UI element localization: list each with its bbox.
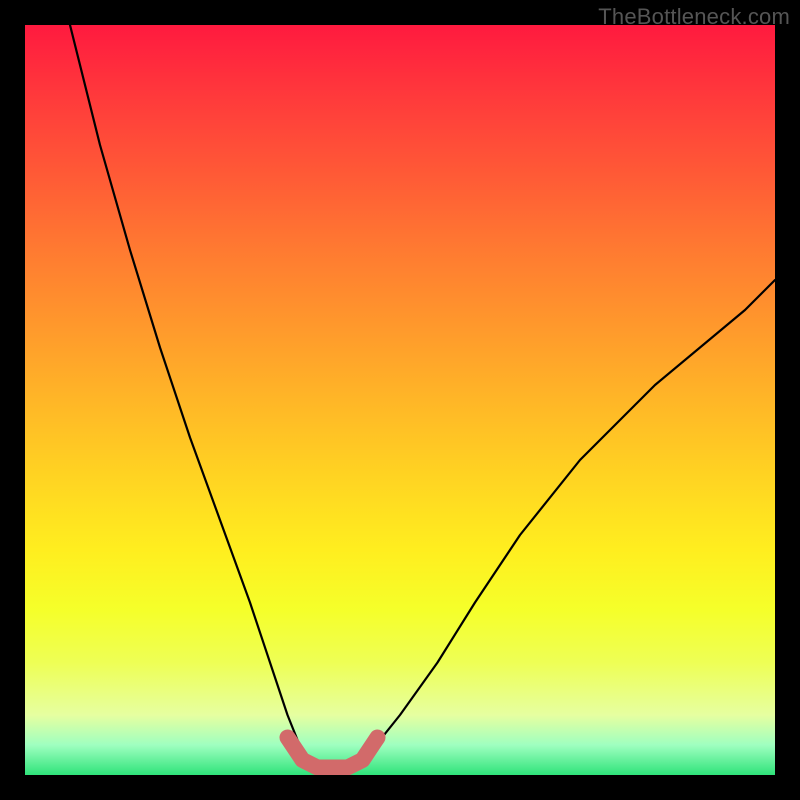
chart-frame: TheBottleneck.com <box>0 0 800 800</box>
watermark-text: TheBottleneck.com <box>598 4 790 30</box>
bottleneck-curve <box>70 25 775 768</box>
curve-layer <box>25 25 775 775</box>
plot-area <box>25 25 775 775</box>
bottom-marker <box>288 738 378 768</box>
